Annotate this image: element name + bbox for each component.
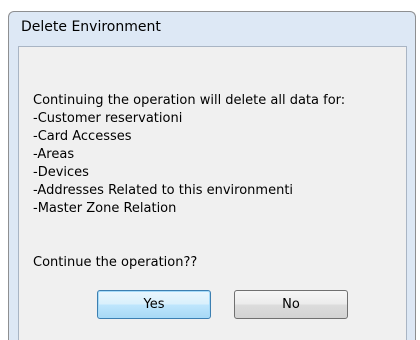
delete-environment-dialog: Delete Environment Continuing the operat…: [8, 11, 416, 340]
dialog-body: Continuing the operation will delete all…: [18, 46, 407, 340]
yes-button[interactable]: Yes: [97, 290, 211, 319]
no-button[interactable]: No: [234, 290, 348, 319]
dialog-title: Delete Environment: [21, 19, 161, 35]
message-item-devices: -Devices: [33, 165, 89, 180]
screen: Delete Environment Continuing the operat…: [0, 0, 420, 340]
dialog-titlebar[interactable]: Delete Environment: [9, 12, 415, 45]
message-intro: Continuing the operation will delete all…: [33, 93, 346, 108]
message-item-card-accesses: -Card Accesses: [33, 129, 132, 144]
message-item-addresses: -Addresses Related to this environmenti: [33, 183, 294, 198]
confirmation-question: Continue the operation??: [33, 255, 198, 270]
warning-message: Continuing the operation will delete all…: [33, 92, 345, 218]
message-item-master-zone-relation: -Master Zone Relation: [33, 201, 177, 216]
message-item-areas: -Areas: [33, 147, 75, 162]
message-item-customer-reservation: -Customer reservationi: [33, 111, 183, 126]
